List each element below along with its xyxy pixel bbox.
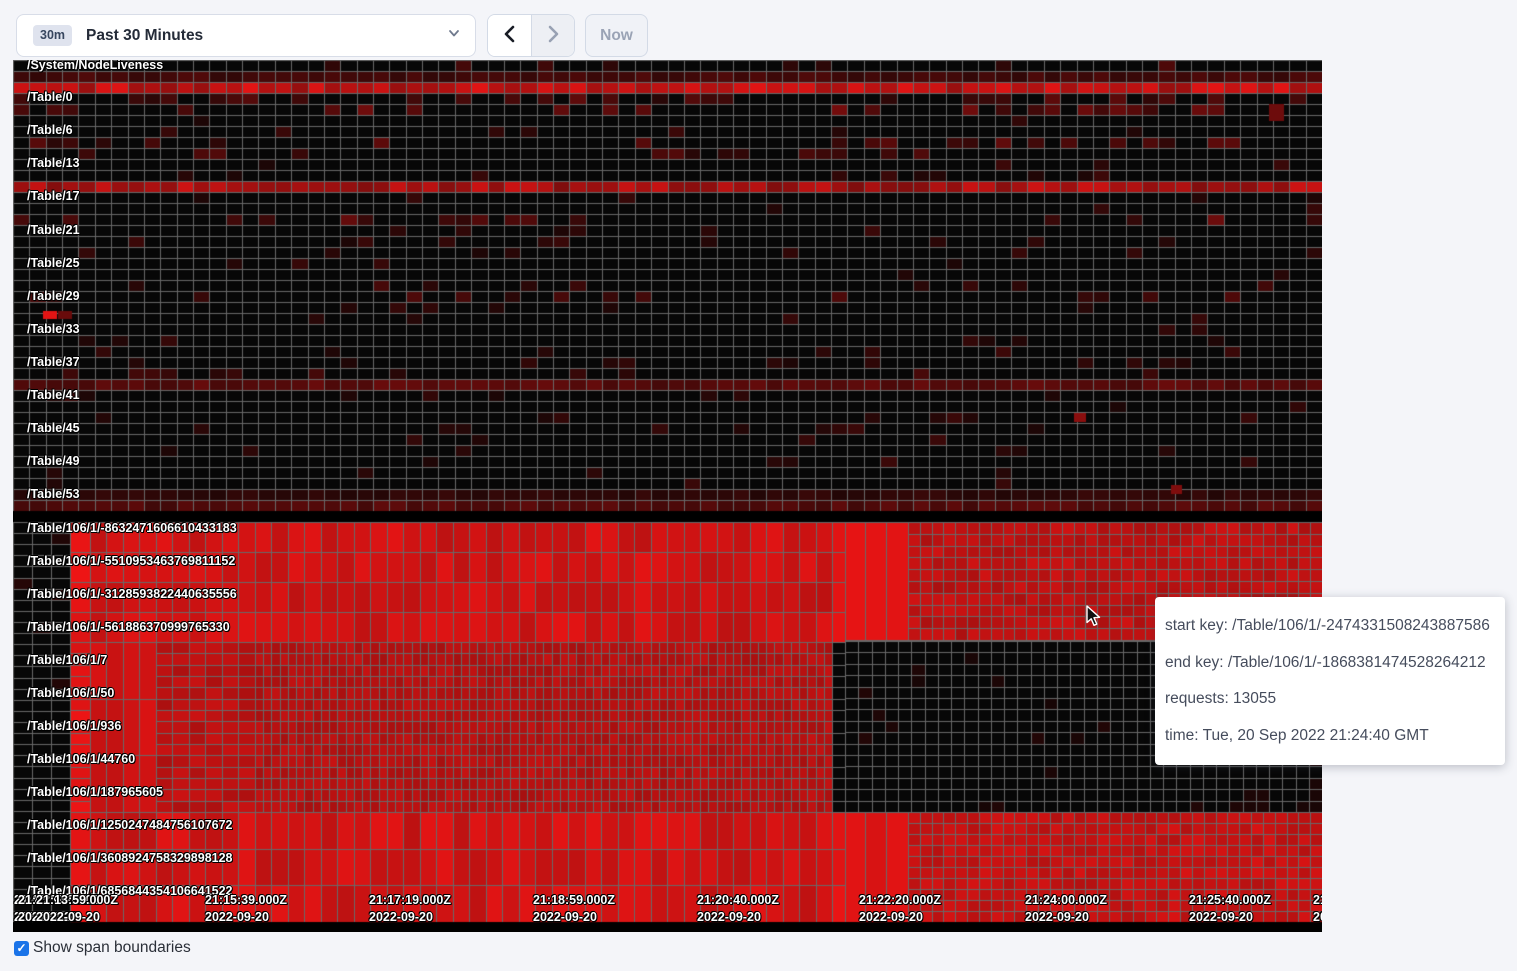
tooltip-time: time: Tue, 20 Sep 2022 21:24:40 GMT: [1165, 718, 1497, 755]
time-forward-button[interactable]: [531, 15, 574, 56]
time-window-badge: 30m: [33, 25, 72, 46]
now-button[interactable]: Now: [585, 14, 648, 57]
time-window-select[interactable]: 30m Past 30 Minutes: [16, 14, 476, 57]
time-nav-group: [487, 14, 575, 57]
show-span-boundaries-label: Show span boundaries: [33, 939, 191, 957]
chevron-right-icon: [544, 24, 562, 47]
hover-tooltip: start key: /Table/106/1/-247433150824388…: [1155, 597, 1505, 765]
tooltip-end-key: end key: /Table/106/1/-18683814745282642…: [1165, 645, 1497, 682]
key-visualizer: /System/NodeLiveness/Table/0/Table/6/Tab…: [13, 60, 1322, 932]
tooltip-requests: requests: 13055: [1165, 681, 1497, 718]
time-window-label: Past 30 Minutes: [86, 27, 447, 45]
tooltip-start-key: start key: /Table/106/1/-247433150824388…: [1165, 608, 1497, 645]
heatmap-canvas[interactable]: [13, 60, 1322, 932]
chevron-down-icon: [447, 26, 461, 45]
show-span-boundaries-row: ✓ Show span boundaries: [14, 939, 191, 957]
chevron-left-icon: [501, 24, 519, 47]
time-back-button[interactable]: [488, 15, 531, 56]
show-span-boundaries-checkbox[interactable]: ✓: [14, 941, 29, 956]
